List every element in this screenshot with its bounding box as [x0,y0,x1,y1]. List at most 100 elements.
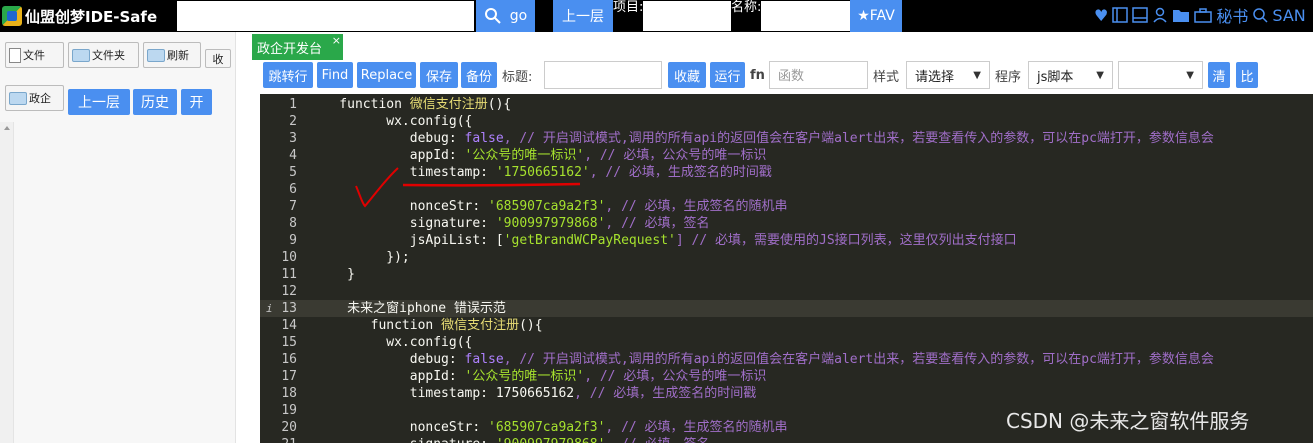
line-number: 12 [281,284,297,299]
title-input[interactable] [544,61,662,89]
code-token: '公众号的唯一标识' [464,369,585,384]
program-label: 程序 [995,69,1022,85]
watermark: CSDN @未来之窗软件服务 [1006,409,1250,433]
code-text: appId: '公众号的唯一标识', // 必填，公众号的唯一标识 [308,368,767,385]
code-token: debug: [308,131,465,146]
code-line[interactable]: 16 debug: false, // 开启调试模式,调用的所有api的返回值会… [260,351,1313,368]
code-line[interactable]: 4 appId: '公众号的唯一标识', // 必填，公众号的唯一标识 [260,147,1313,164]
open-button[interactable]: 开 [181,89,212,115]
code-line[interactable]: 1 function 微信支付注册(){ [260,96,1313,113]
extra-select[interactable]: ▼ [1118,61,1203,89]
code-line[interactable]: 10 }); [260,249,1313,266]
line-number: 6 [289,182,297,197]
header-icons: ♥ 秘书 SAN [1094,0,1306,30]
code-line[interactable]: 7 nonceStr: '685907ca9a2f3', // 必填，生成签名的… [260,198,1313,215]
goto-line-button[interactable]: 跳转行 [263,62,313,88]
line-number: 15 [281,335,297,350]
current-dir-button[interactable]: 政企 [5,85,64,111]
code-text: function 微信支付注册(){ [308,317,543,334]
code-text: wx.config({ [308,334,472,351]
code-text: timestamp: '1750665162', // 必填，生成签名的时间戳 [308,164,772,181]
code-line[interactable]: 3 debug: false, // 开启调试模式,调用的所有api的返回值会在… [260,130,1313,147]
line-number: 14 [281,318,297,333]
code-text: jsApiList: ['getBrandWCPayRequest'] // 必… [308,232,1017,249]
briefcase-icon[interactable] [1194,7,1213,23]
path-input[interactable] [177,1,474,31]
program-select[interactable]: js脚本 ▼ [1028,61,1113,89]
code-line[interactable]: 17 appId: '公众号的唯一标识', // 必填，公众号的唯一标识 [260,368,1313,385]
code-line[interactable]: 8 signature: '900997979868', // 必填，签名 [260,215,1313,232]
code-token: debug: [308,352,465,367]
panel-left-icon[interactable] [1112,7,1129,23]
code-line[interactable]: 15 wx.config({ [260,334,1313,351]
code-line[interactable]: 11 } [260,266,1313,283]
code-line[interactable]: 14 function 微信支付注册(){ [260,317,1313,334]
folder-icon [147,48,165,62]
run-button[interactable]: 运行 [710,62,745,88]
line-number: 1 [289,97,297,112]
heart-icon[interactable]: ♥ [1094,6,1108,25]
code-token: (){ [487,97,512,112]
project-input[interactable] [643,1,731,31]
code-line[interactable]: i 13 未来之窗iphone 错误示范 [260,300,1313,317]
code-line[interactable]: 21 signature: '900997979868', // 必填，签名 [260,436,1313,443]
secretary-link[interactable]: 秘书 [1216,3,1248,27]
new-file-button[interactable]: 文件 [5,42,64,68]
code-line[interactable]: 18 timestamp: 1750665162, // 必填，生成签名的时间戳 [260,385,1313,402]
style-label: 样式 [873,69,900,85]
code-line[interactable]: 6 [260,181,1313,198]
code-token: function [308,318,442,333]
line-number: 10 [281,250,297,265]
collect-button[interactable]: 收藏 [668,62,706,88]
close-icon[interactable]: × [332,34,341,47]
code-text: debug: false, // 开启调试模式,调用的所有api的返回值会在客户… [308,130,1214,147]
user-icon[interactable] [1152,7,1168,23]
header-up-button[interactable]: 上一层 [553,0,613,32]
code-line[interactable]: 12 [260,283,1313,300]
style-select[interactable]: 请选择 ▼ [906,61,990,89]
sidebar-scrollbar[interactable] [0,122,14,443]
project-label: 项目: [613,0,644,15]
fav-button[interactable]: ★FAV [850,0,902,32]
code-token: false [464,352,504,367]
code-line[interactable]: 9 jsApiList: ['getBrandWCPayRequest'] //… [260,232,1313,249]
san-link[interactable]: SAN [1272,6,1305,25]
line-number: 19 [281,403,297,418]
line-number: 16 [281,352,297,367]
file-icon [9,47,21,63]
folder-icon[interactable] [1172,7,1190,23]
save-button[interactable]: 保存 [420,62,458,88]
line-number: 5 [289,165,297,180]
name-label: 名称: [731,0,762,15]
code-line[interactable]: 5 timestamp: '1750665162', // 必填，生成签名的时间… [260,164,1313,181]
top-bar: 仙盟创梦IDE-Safe go 上一层 项目: 名称: ★FAV ♥ 秘书 SA… [0,0,1313,32]
replace-button[interactable]: Replace [357,62,416,88]
code-token: , // 开启调试模式,调用的所有api的返回值会在客户端alert出来，若要查… [503,352,1214,367]
history-button[interactable]: 历史 [133,89,177,115]
fn-label: fn [750,67,765,83]
panel-bottom-icon[interactable] [1132,7,1149,23]
compare-button[interactable]: 比 [1236,62,1258,88]
sidebar-up-button[interactable]: 上一层 [68,89,130,115]
name-input[interactable] [761,1,850,31]
clear-button[interactable]: 清 [1208,62,1230,88]
folder-icon [72,48,90,62]
chevron-down-icon: ▼ [1096,69,1104,81]
code-token: ] // 必填，需要使用的JS接口列表，这里仅列出支付接口 [675,233,1017,248]
backup-button[interactable]: 备份 [461,62,497,88]
code-line[interactable]: 2 wx.config({ [260,113,1313,130]
search-icon[interactable] [1252,7,1268,23]
code-token: false [464,131,504,146]
line-number: 2 [289,114,297,129]
refresh-button[interactable]: 刷新 [143,42,201,68]
find-button[interactable]: Find [317,62,353,88]
new-folder-button[interactable]: 文件夹 [68,42,139,68]
code-token: , // 开启调试模式,调用的所有api的返回值会在客户端alert出来，若要查… [503,131,1214,146]
go-button[interactable]: go [476,0,535,32]
collapse-button[interactable]: 收 [205,49,231,68]
line-number: 20 [281,420,297,435]
function-input[interactable] [769,61,868,89]
code-editor[interactable]: 1 function 微信支付注册(){2 wx.config({3 debug… [260,94,1313,443]
code-text: }); [308,249,409,266]
tab-zhengqi-dev[interactable]: 政企开发台 × [252,34,343,60]
